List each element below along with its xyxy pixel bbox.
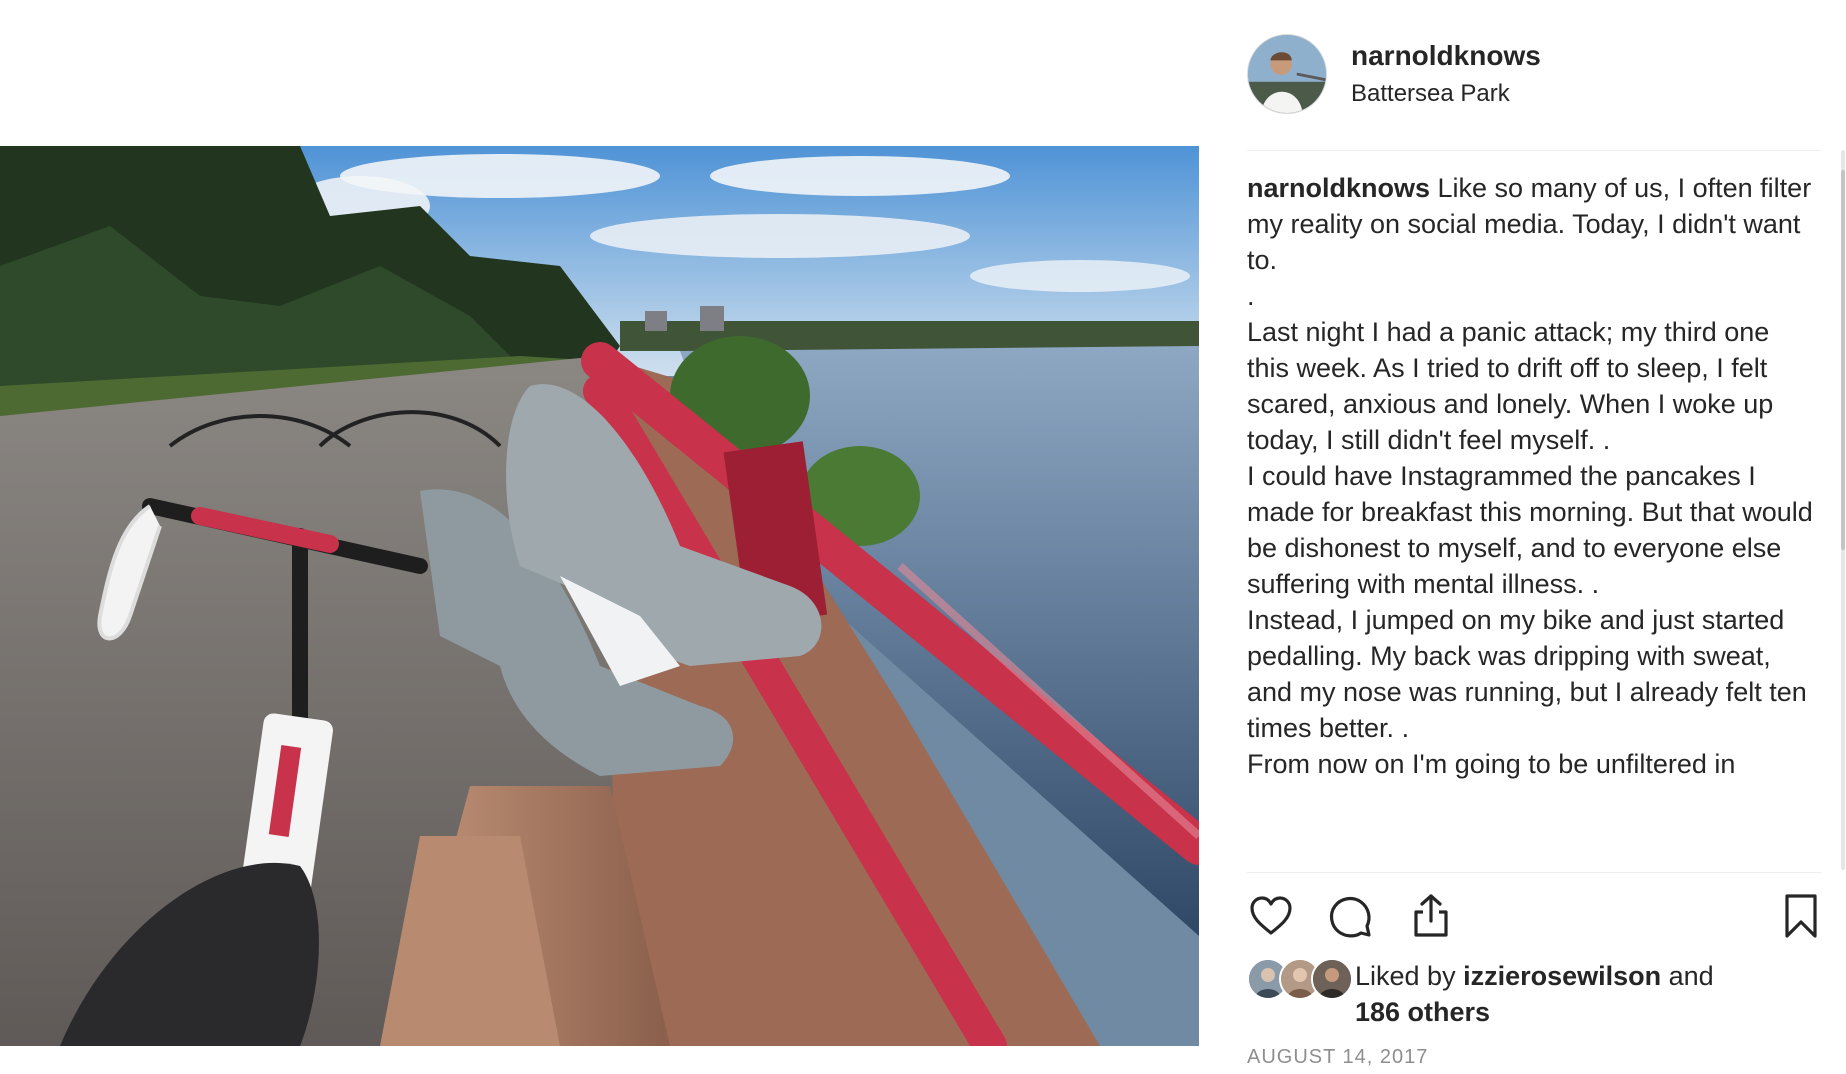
post-side-panel: narnoldknows Battersea Park narnoldknows… xyxy=(1247,0,1845,1074)
post-caption: narnoldknows Like so many of us, I often… xyxy=(1247,170,1817,782)
avatar-photo xyxy=(1248,35,1326,113)
caption-username[interactable]: narnoldknows xyxy=(1247,173,1430,203)
post-date[interactable]: AUGUST 14, 2017 xyxy=(1247,1046,1428,1069)
liker-avatar-photo xyxy=(1313,960,1351,998)
caption-area[interactable]: narnoldknows Like so many of us, I often… xyxy=(1247,170,1822,870)
likes-and: and xyxy=(1661,961,1714,991)
header-divider xyxy=(1247,150,1822,151)
heart-icon xyxy=(1250,896,1292,935)
post-photo[interactable] xyxy=(0,146,1199,1046)
post-location[interactable]: Battersea Park xyxy=(1351,80,1510,108)
post-header: narnoldknows Battersea Park xyxy=(1247,34,1822,114)
likes-others-link[interactable]: 186 others xyxy=(1355,997,1490,1027)
likes-summary: Liked by izzierosewilson and 186 others xyxy=(1355,958,1805,1030)
liker-avatar[interactable] xyxy=(1311,958,1353,1000)
like-button[interactable] xyxy=(1245,890,1297,942)
caption-scrollbar-thumb[interactable] xyxy=(1841,170,1845,550)
caption-text: Like so many of us, I often filter my re… xyxy=(1247,173,1813,779)
photo-illustration xyxy=(0,146,1199,1046)
save-button[interactable] xyxy=(1775,890,1827,942)
liked-by-user-link[interactable]: izzierosewilson xyxy=(1463,961,1661,991)
likes-section: Liked by izzierosewilson and 186 others xyxy=(1247,954,1822,1034)
post-username[interactable]: narnoldknows xyxy=(1351,40,1541,72)
actions-divider xyxy=(1247,872,1822,873)
caption-scrollbar[interactable] xyxy=(1841,150,1845,870)
share-icon xyxy=(1414,894,1448,937)
likes-prefix: Liked by xyxy=(1355,961,1464,991)
bookmark-icon xyxy=(1785,894,1817,938)
comment-button[interactable] xyxy=(1325,890,1377,942)
post-actions xyxy=(1247,890,1822,946)
share-button[interactable] xyxy=(1405,890,1457,942)
user-avatar[interactable] xyxy=(1247,34,1327,114)
comment-icon xyxy=(1329,896,1371,938)
